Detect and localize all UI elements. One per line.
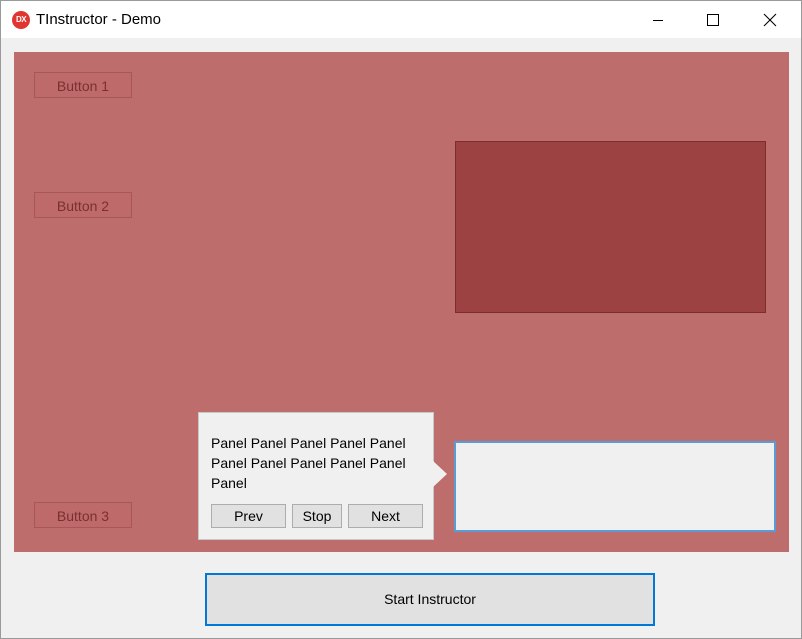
button-1[interactable]: Button 1 (34, 72, 132, 98)
minimize-icon (653, 19, 663, 21)
minimize-button[interactable] (635, 1, 681, 38)
button-3[interactable]: Button 3 (34, 502, 132, 528)
maximize-button[interactable] (690, 1, 736, 38)
app-logo-icon: DX (12, 11, 30, 29)
maximize-icon (707, 13, 719, 26)
prev-button[interactable]: Prev (211, 504, 286, 528)
close-icon (763, 13, 777, 26)
close-button[interactable] (747, 1, 793, 38)
title-bar: DX TInstructor - Demo (1, 1, 801, 38)
next-button[interactable]: Next (348, 504, 423, 528)
callout-pointer (432, 460, 447, 488)
dark-panel (455, 141, 766, 313)
dimmed-form-area: Button 1 Button 2 Button 3 Panel Panel P… (14, 52, 789, 552)
highlighted-panel[interactable] (454, 441, 776, 532)
start-instructor-button[interactable]: Start Instructor (205, 573, 655, 626)
stop-button[interactable]: Stop (292, 504, 342, 528)
callout-text: Panel Panel Panel Panel Panel Panel Pane… (211, 435, 406, 491)
app-window: DX TInstructor - Demo Button 1 Button 2 … (0, 0, 802, 639)
instructor-callout: Panel Panel Panel Panel Panel Panel Pane… (198, 412, 434, 540)
button-2[interactable]: Button 2 (34, 192, 132, 218)
window-title: TInstructor - Demo (36, 11, 162, 28)
